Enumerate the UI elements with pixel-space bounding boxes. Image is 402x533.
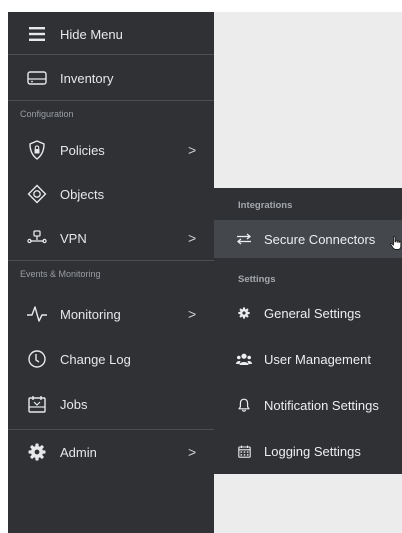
menu-item-logging-settings[interactable]: Logging Settings (214, 432, 402, 470)
hide-menu-label: Hide Menu (60, 26, 123, 42)
section-header-integrations: Integrations (238, 200, 293, 211)
chevron-right-icon: > (188, 306, 197, 322)
chevron-right-icon: > (188, 142, 197, 158)
hand-cursor-icon (390, 236, 402, 255)
hamburger-icon (26, 23, 48, 45)
sidebar-item-change-log[interactable]: Change Log (8, 337, 214, 381)
device-icon (26, 67, 48, 89)
menu-item-notification-settings[interactable]: Notification Settings (214, 386, 402, 424)
sidebar-item-admin[interactable]: Admin > (8, 430, 214, 474)
section-header-configuration: Configuration (20, 109, 74, 119)
menu-item-label: Secure Connectors (264, 231, 376, 247)
bell-icon (236, 397, 252, 413)
sidebar: Hide Menu Inventory Configuration Polici… (8, 12, 214, 533)
objects-icon (26, 183, 48, 205)
admin-flyout-menu: Integrations Secure Connectors Settings … (214, 188, 402, 474)
hide-menu-button[interactable]: Hide Menu (8, 12, 214, 56)
sidebar-item-policies[interactable]: Policies > (8, 128, 214, 172)
menu-item-label: Notification Settings (264, 397, 379, 413)
sidebar-item-label: Monitoring (60, 306, 121, 322)
divider (8, 100, 214, 101)
shield-lock-icon (26, 139, 48, 161)
sidebar-item-label: Change Log (60, 351, 131, 367)
menu-item-secure-connectors[interactable]: Secure Connectors (214, 220, 402, 258)
sidebar-item-jobs[interactable]: Jobs (8, 382, 214, 426)
menu-item-user-management[interactable]: User Management (214, 340, 402, 378)
section-header-events-monitoring: Events & Monitoring (20, 269, 101, 279)
pulse-icon (26, 303, 48, 325)
menu-item-label: User Management (264, 351, 371, 367)
sidebar-item-label: Objects (60, 186, 105, 202)
section-header-settings: Settings (238, 274, 276, 285)
gear-icon (26, 441, 48, 463)
sidebar-item-inventory[interactable]: Inventory (8, 56, 214, 100)
clock-icon (26, 348, 48, 370)
calendar-icon (236, 443, 252, 459)
sidebar-item-label: Jobs (60, 396, 88, 412)
sidebar-item-label: VPN (60, 230, 87, 246)
sidebar-item-vpn[interactable]: VPN > (8, 216, 214, 260)
divider (8, 54, 214, 55)
menu-item-general-settings[interactable]: General Settings (214, 294, 402, 332)
sidebar-item-monitoring[interactable]: Monitoring > (8, 292, 214, 336)
sidebar-item-label: Admin (60, 444, 97, 460)
chevron-right-icon: > (188, 444, 197, 460)
users-icon (236, 351, 252, 367)
gear-icon (236, 305, 252, 321)
divider (8, 260, 214, 261)
sidebar-item-label: Policies (60, 142, 105, 158)
calendar-jobs-icon (26, 393, 48, 415)
vpn-network-icon (26, 227, 48, 249)
menu-item-label: Logging Settings (264, 443, 361, 459)
chevron-right-icon: > (188, 230, 197, 246)
sidebar-item-label: Inventory (60, 70, 114, 86)
swap-arrows-icon (236, 231, 252, 247)
menu-item-label: General Settings (264, 305, 361, 321)
sidebar-item-objects[interactable]: Objects (8, 172, 214, 216)
